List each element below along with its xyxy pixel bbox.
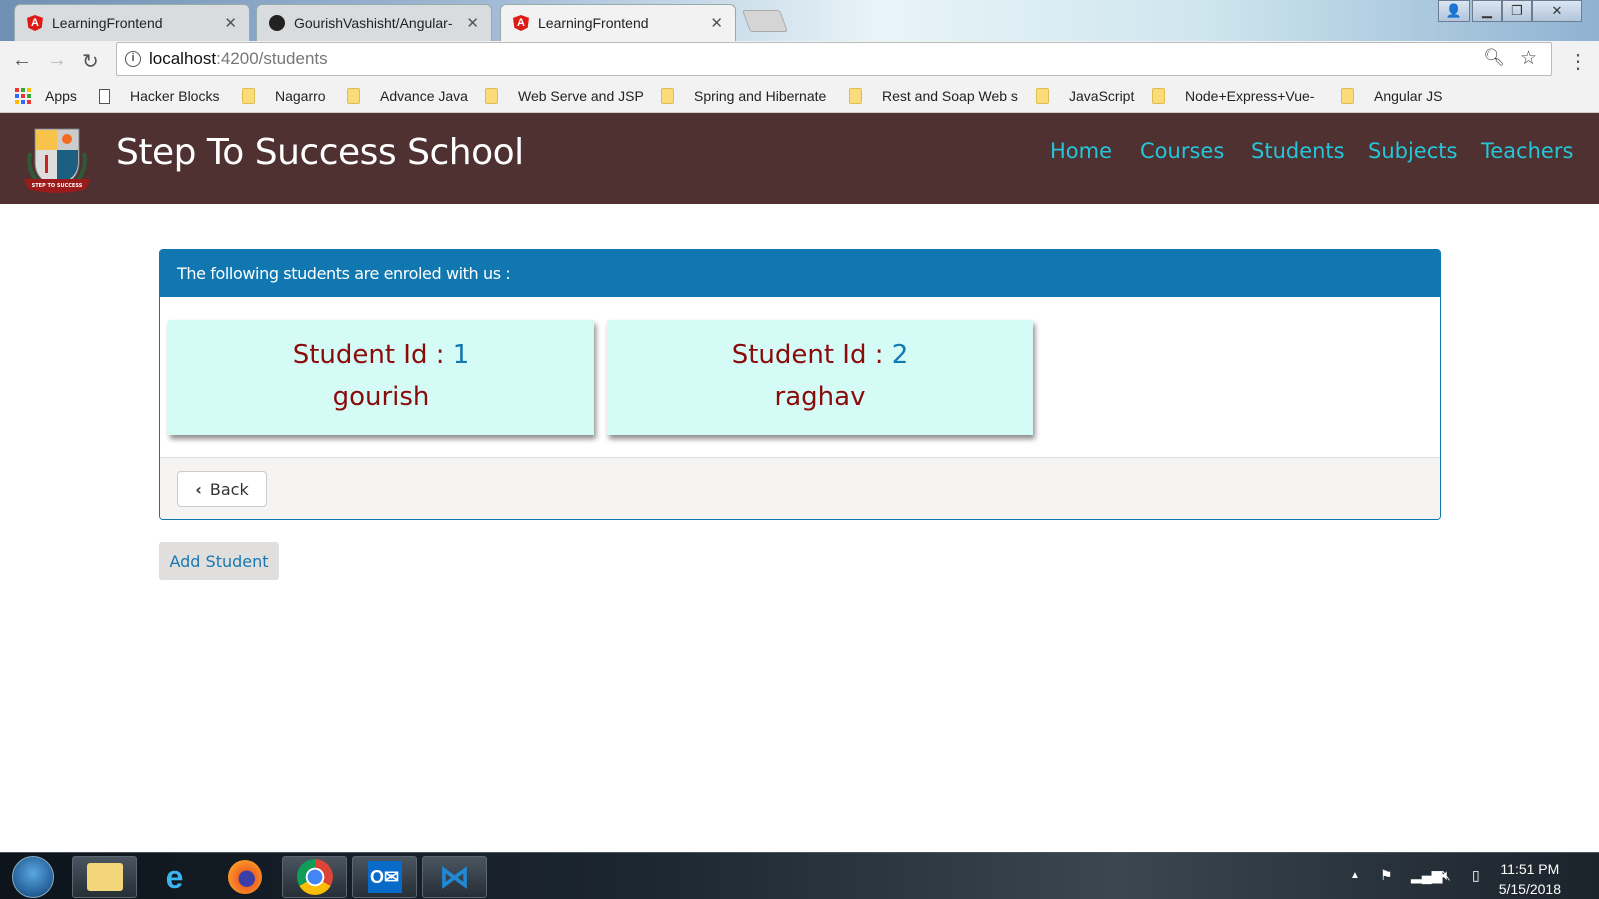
reload-icon[interactable]: ↻ — [82, 49, 99, 74]
bookmarks-bar: Apps Hacker Blocks Nagarro Advance Java … — [0, 81, 1599, 113]
student-id-label: Student Id : — [292, 340, 453, 370]
student-id-label: Student Id : — [731, 340, 892, 370]
bookmark-star-icon[interactable]: ☆ — [1520, 47, 1537, 70]
angular-icon: A — [27, 15, 43, 31]
battery-icon[interactable]: ▯ — [1472, 867, 1480, 884]
student-id-value: 2 — [891, 340, 909, 370]
action-center-flag-icon[interactable]: ⚑ — [1380, 867, 1393, 884]
folder-icon — [849, 88, 862, 104]
folder-icon — [1152, 88, 1165, 104]
bookmark-hacker-blocks[interactable]: Hacker Blocks — [99, 88, 219, 104]
bookmark-javascript[interactable]: JavaScript — [1036, 88, 1134, 104]
ie-taskbar-button[interactable]: e — [142, 856, 207, 898]
menu-icon[interactable]: ⋮ — [1568, 49, 1588, 74]
vscode-icon: ⋈ — [439, 860, 470, 894]
nav-courses[interactable]: Courses — [1140, 139, 1224, 163]
explorer-taskbar-button[interactable] — [72, 856, 137, 898]
bookmark-rest-soap[interactable]: Rest and Soap Web s — [849, 88, 1019, 104]
student-card[interactable]: Student Id : 2 raghav — [607, 320, 1033, 435]
add-student-button[interactable]: Add Student — [159, 542, 279, 580]
new-tab-button[interactable] — [741, 10, 789, 32]
student-card[interactable]: Student Id : 1 gourish — [168, 320, 594, 435]
close-window-button[interactable]: ✕ — [1532, 0, 1582, 22]
folder-icon — [1341, 88, 1354, 104]
student-id-value: 1 — [452, 340, 470, 370]
address-bar[interactable]: i localhost:4200/students 🔍︎ ☆ — [116, 42, 1552, 76]
volume-muted-icon[interactable]: 🔇︎ — [1442, 867, 1451, 884]
network-signal-icon[interactable]: ▂▄▆ — [1411, 867, 1442, 884]
bookmark-spring-hibernate[interactable]: Spring and Hibernate — [661, 88, 837, 104]
folder-icon — [485, 88, 498, 104]
chrome-icon — [296, 859, 333, 895]
minimize-button[interactable]: ▁ — [1472, 0, 1502, 22]
tab-learningfrontend-active[interactable]: A LearningFrontend ✕ — [500, 4, 736, 41]
students-panel: The following students are enroled with … — [159, 249, 1441, 520]
chrome-taskbar-button[interactable] — [282, 856, 347, 898]
page-icon — [99, 88, 110, 104]
student-name: gourish — [332, 382, 430, 412]
start-button[interactable] — [12, 856, 54, 898]
nav-teachers[interactable]: Teachers — [1481, 139, 1573, 163]
profile-button[interactable]: 👤 — [1438, 0, 1470, 22]
nav-subjects[interactable]: Subjects — [1368, 139, 1457, 163]
nav-students[interactable]: Students — [1251, 139, 1345, 163]
firefox-icon — [227, 860, 262, 894]
back-button[interactable]: ‹ Back — [177, 471, 267, 507]
panel-heading: The following students are enroled with … — [160, 250, 1440, 297]
firefox-taskbar-button[interactable] — [212, 856, 277, 898]
show-hidden-icons[interactable]: ▲ — [1350, 870, 1360, 881]
close-tab-icon[interactable]: ✕ — [710, 14, 723, 32]
brand-title[interactable]: Step To Success School — [116, 132, 524, 173]
student-name: raghav — [774, 382, 866, 412]
tab-learningfrontend-1[interactable]: A LearningFrontend ✕ — [14, 4, 250, 41]
restore-button[interactable]: ❐ — [1502, 0, 1532, 22]
folder-icon — [1036, 88, 1049, 104]
bookmark-node-express-vue[interactable]: Node+Express+Vue- — [1152, 88, 1322, 104]
bookmark-advance-java[interactable]: Advance Java — [347, 88, 468, 104]
folder-icon — [347, 88, 360, 104]
bookmark-nagarro[interactable]: Nagarro — [242, 88, 326, 104]
github-icon — [269, 15, 285, 31]
school-logo[interactable]: STEP TO SUCCESS — [22, 123, 92, 195]
info-icon[interactable]: i — [125, 51, 141, 67]
chevron-left-icon: ‹ — [195, 479, 202, 499]
bookmark-angular-js[interactable]: Angular JS — [1341, 88, 1442, 104]
folder-icon — [242, 88, 255, 104]
close-tab-icon[interactable]: ✕ — [466, 14, 479, 32]
angular-icon: A — [513, 15, 529, 31]
svg-text:STEP TO SUCCESS: STEP TO SUCCESS — [32, 183, 83, 189]
panel-footer: ‹ Back — [160, 457, 1440, 519]
internet-explorer-icon: e — [165, 858, 184, 895]
folder-icon — [661, 88, 674, 104]
bookmark-apps[interactable]: Apps — [15, 88, 77, 104]
taskbar: e O✉ ⋈ ▲ ⚑ ▂▄▆ 🔇︎ ▯ 11:51 PM 5/15/2018 — [0, 852, 1599, 899]
outlook-icon: O✉ — [367, 861, 402, 893]
tab-github[interactable]: GourishVashisht/Angular- ✕ — [256, 4, 492, 41]
zoom-icon[interactable]: 🔍︎ — [1483, 48, 1505, 68]
back-arrow-icon[interactable]: ← — [12, 49, 32, 72]
vscode-taskbar-button[interactable]: ⋈ — [422, 856, 487, 898]
nav-home[interactable]: Home — [1050, 139, 1112, 163]
forward-arrow-icon[interactable]: → — [47, 49, 67, 72]
outlook-taskbar-button[interactable]: O✉ — [352, 856, 417, 898]
clock[interactable]: 11:51 PM 5/15/2018 — [1499, 859, 1561, 899]
close-tab-icon[interactable]: ✕ — [224, 14, 237, 32]
tab-strip: A LearningFrontend ✕ GourishVashisht/Angul… — [0, 0, 1599, 41]
bookmark-web-serve-jsp[interactable]: Web Serve and JSP — [485, 88, 644, 104]
folder-icon — [86, 863, 123, 891]
apps-grid-icon — [15, 88, 31, 104]
